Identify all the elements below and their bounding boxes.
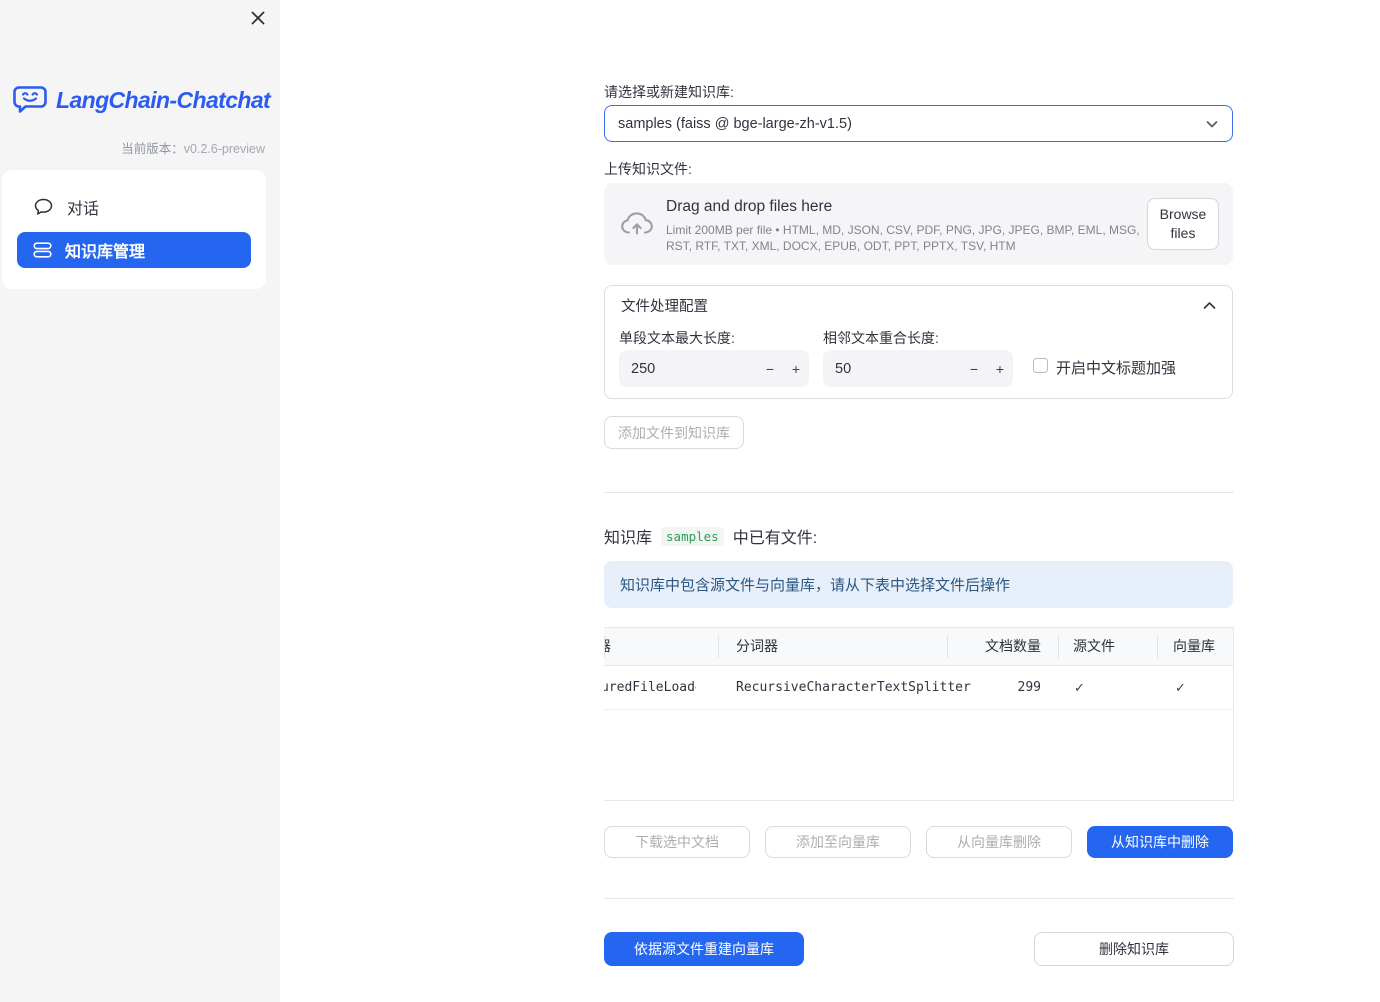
overlap-plus-button[interactable]: + <box>987 350 1013 387</box>
rebuild-vector-button[interactable]: 依据源文件重建向量库 <box>604 932 804 966</box>
kb-files-heading: 知识库 samples 中已有文件: <box>604 524 817 548</box>
download-selected-button[interactable]: 下载选中文档 <box>604 826 750 858</box>
kb-name-code: samples <box>661 526 724 546</box>
info-banner: 知识库中包含源文件与向量库，请从下表中选择文件后操作 <box>604 561 1233 608</box>
chevron-up-icon <box>1203 301 1216 309</box>
delete-from-vector-button[interactable]: 从向量库删除 <box>926 826 1072 858</box>
divider <box>604 492 1234 493</box>
cell-source-check: ✓ <box>1074 680 1085 695</box>
chunk-size-label: 单段文本最大长度: <box>619 330 735 346</box>
table-header-vector: 向量库 <box>1173 638 1215 654</box>
file-uploader-dropzone[interactable]: Drag and drop files here Limit 200MB per… <box>604 183 1233 265</box>
chunk-size-input[interactable]: 250 − + <box>619 350 809 387</box>
cell-splitter: RecursiveCharacterTextSplitter <box>736 680 971 695</box>
sidebar-item-label: 知识库管理 <box>65 244 146 261</box>
upload-label: 上传知识文件: <box>604 161 692 177</box>
table-header-splitter: 分词器 <box>736 638 778 654</box>
chevron-down-icon <box>1204 116 1220 132</box>
sidebar-item-chat[interactable]: 对话 <box>33 192 99 222</box>
close-icon <box>251 11 265 25</box>
table-header-clipped: 器 <box>604 628 618 665</box>
kb-selectbox-value: samples (faiss @ bge-large-zh-v1.5) <box>618 115 852 132</box>
info-banner-text: 知识库中包含源文件与向量库，请从下表中选择文件后操作 <box>620 577 1011 594</box>
file-limit-text: Limit 200MB per file • HTML, MD, JSON, C… <box>666 223 1140 253</box>
zh-title-checkbox-label: 开启中文标题加强 <box>1056 360 1177 377</box>
table-header-doc-count: 文档数量 <box>985 638 1041 654</box>
sidebar-item-label: 对话 <box>67 201 100 218</box>
chunk-size-minus-button[interactable]: − <box>757 350 783 387</box>
files-table[interactable]: 器 分词器 文档数量 源文件 向量库 uredFileLoader Recurs… <box>604 627 1234 801</box>
close-sidebar-button[interactable] <box>244 4 272 32</box>
delete-from-kb-button[interactable]: 从知识库中删除 <box>1087 826 1233 858</box>
overlap-label: 相邻文本重合长度: <box>823 330 939 346</box>
chat-icon <box>34 198 53 215</box>
sidebar-item-kb-management[interactable]: 知识库管理 <box>17 232 251 268</box>
app-logo: LangChain-Chatchat <box>12 84 271 116</box>
file-config-expander: 文件处理配置 单段文本最大长度: 250 − + 相邻文本重合长度: 50 − … <box>604 285 1233 399</box>
zh-title-checkbox[interactable] <box>1033 358 1048 373</box>
table-header-source: 源文件 <box>1073 638 1115 654</box>
kb-select-label: 请选择或新建知识库: <box>604 84 734 100</box>
overlap-minus-button[interactable]: − <box>961 350 987 387</box>
stack-icon <box>33 242 52 258</box>
overlap-input[interactable]: 50 − + <box>823 350 1013 387</box>
sidebar: LangChain-Chatchat 当前版本：v0.2.6-preview 对… <box>0 0 280 1002</box>
table-row[interactable]: uredFileLoader RecursiveCharacterTextSpl… <box>604 666 1233 710</box>
table-header-row: 器 分词器 文档数量 源文件 向量库 <box>604 627 1233 666</box>
cell-doc-count: 299 <box>1017 680 1041 695</box>
kb-files-prefix: 知识库 <box>604 530 653 547</box>
kb-files-suffix: 中已有文件: <box>732 530 818 547</box>
divider <box>604 898 1234 899</box>
version-label: 当前版本：v0.2.6-preview <box>121 142 265 156</box>
logo-text: LangChain-Chatchat <box>56 86 271 113</box>
delete-kb-button[interactable]: 删除知识库 <box>1034 932 1234 966</box>
chunk-size-value: 250 <box>631 360 656 377</box>
expander-header[interactable]: 文件处理配置 <box>605 286 1232 324</box>
chat-bubble-logo-icon <box>13 86 47 113</box>
add-to-vector-button[interactable]: 添加至向量库 <box>765 826 911 858</box>
cell-vector-check: ✓ <box>1175 680 1186 695</box>
overlap-value: 50 <box>835 360 852 377</box>
expander-title: 文件处理配置 <box>621 298 708 315</box>
nav-card: 对话 知识库管理 <box>2 170 266 289</box>
add-files-button[interactable]: 添加文件到知识库 <box>604 416 744 449</box>
kb-selectbox[interactable]: samples (faiss @ bge-large-zh-v1.5) <box>604 105 1233 142</box>
chunk-size-plus-button[interactable]: + <box>783 350 809 387</box>
upload-cloud-icon <box>621 212 653 235</box>
app-window: LangChain-Chatchat 当前版本：v0.2.6-preview 对… <box>0 0 1380 1002</box>
browse-files-button[interactable]: Browse files <box>1147 198 1219 250</box>
drag-drop-text: Drag and drop files here <box>666 198 833 215</box>
cell-loader: uredFileLoader <box>604 680 696 695</box>
